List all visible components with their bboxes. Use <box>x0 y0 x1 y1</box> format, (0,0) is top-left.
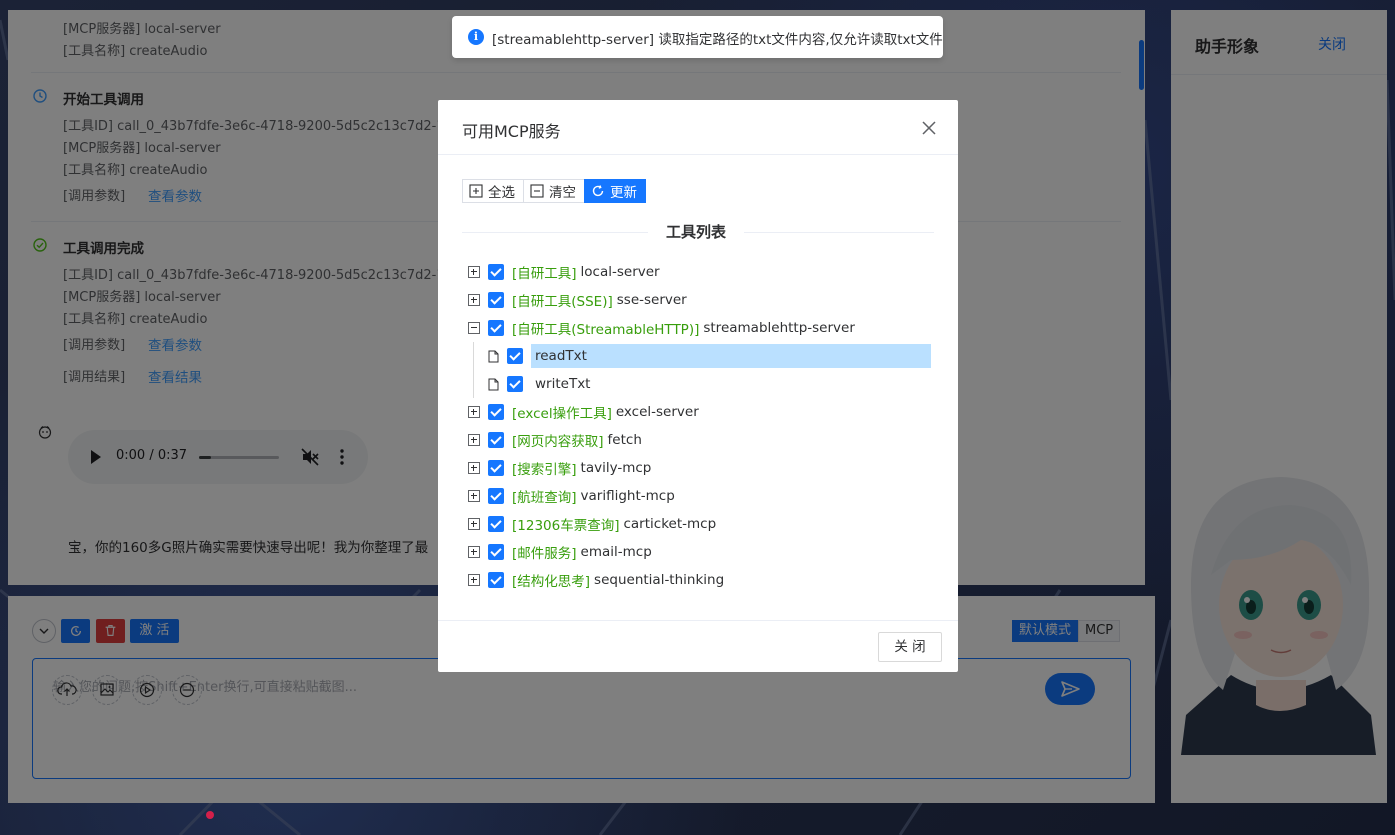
tree-node-name: sequential-thinking <box>594 572 725 588</box>
tree-child-node[interactable]: writeTxt <box>462 370 934 398</box>
tree-node-tag: [邮件服务] <box>512 546 577 562</box>
tree-node-tag: [结构化思考] <box>512 574 591 590</box>
tree-node-name: streamablehttp-server <box>703 320 855 336</box>
refresh-icon <box>592 185 604 197</box>
mcp-services-dialog: 可用MCP服务 全选 清空 更新 工具列表 [自研工具] local-serve… <box>438 100 958 672</box>
expand-icon[interactable] <box>468 546 480 558</box>
refresh-label: 更新 <box>610 185 637 201</box>
tree-node[interactable]: [自研工具] local-server <box>462 258 934 286</box>
select-all-button[interactable]: 全选 <box>462 179 524 203</box>
checkbox-checked[interactable] <box>488 432 504 448</box>
modal-overlay <box>1171 10 1387 803</box>
expand-icon[interactable] <box>468 490 480 502</box>
close-icon[interactable] <box>920 119 938 137</box>
tree-node-tag: [自研工具] <box>512 266 577 282</box>
checkbox-checked[interactable] <box>488 488 504 504</box>
checkbox-checked[interactable] <box>488 264 504 280</box>
tree-node-name: fetch <box>607 432 642 448</box>
section-divider: 工具列表 <box>462 221 934 243</box>
info-icon: i <box>468 29 484 45</box>
dialog-footer: 关 闭 <box>438 620 958 672</box>
checkbox-checked[interactable] <box>488 404 504 420</box>
expand-icon[interactable] <box>468 574 480 586</box>
checkbox-checked[interactable] <box>507 348 523 364</box>
collapse-icon[interactable] <box>468 322 480 334</box>
tree-node-tag: [网页内容获取] <box>512 434 604 450</box>
tool-name: writeTxt <box>535 376 591 392</box>
tree-node-name: sse-server <box>616 292 687 308</box>
tree-node-name: excel-server <box>615 404 699 420</box>
tree-node-name: email-mcp <box>580 544 652 560</box>
checkbox-checked[interactable] <box>488 544 504 560</box>
tree-node[interactable]: [自研工具(SSE)] sse-server <box>462 286 934 314</box>
plus-square-icon <box>469 184 483 198</box>
refresh-button[interactable]: 更新 <box>584 179 646 203</box>
dialog-title: 可用MCP服务 <box>462 122 561 141</box>
minus-square-icon <box>530 184 544 198</box>
toast-message: [streamablehttp-server] 读取指定路径的txt文件内容,仅… <box>492 32 943 48</box>
tool-tree: [自研工具] local-server [自研工具(SSE)] sse-server[… <box>462 258 934 594</box>
tree-node-name: carticket-mcp <box>623 516 717 532</box>
clear-label: 清空 <box>549 185 576 201</box>
checkbox-checked[interactable] <box>488 292 504 308</box>
clear-button[interactable]: 清空 <box>523 179 585 203</box>
tree-node-tag: [12306车票查询] <box>512 518 620 534</box>
expand-icon[interactable] <box>468 434 480 446</box>
dialog-close-button[interactable]: 关 闭 <box>878 632 942 662</box>
dialog-header: 可用MCP服务 <box>438 100 958 155</box>
tree-node[interactable]: [结构化思考] sequential-thinking <box>462 566 934 594</box>
tree-node-tag: [航班查询] <box>512 490 577 506</box>
checkbox-checked[interactable] <box>488 516 504 532</box>
tree-node-name: variflight-mcp <box>580 488 675 504</box>
tree-node-name: tavily-mcp <box>580 460 652 476</box>
tree-node[interactable]: [12306车票查询] carticket-mcp <box>462 510 934 538</box>
tree-node-tag: [excel操作工具] <box>512 406 612 422</box>
section-title: 工具列表 <box>666 223 727 241</box>
checkbox-checked[interactable] <box>488 572 504 588</box>
expand-icon[interactable] <box>468 266 480 278</box>
tree-actions: 全选 清空 更新 <box>462 179 646 203</box>
file-icon <box>488 378 499 390</box>
divider-line <box>462 232 648 233</box>
tree-node[interactable]: [网页内容获取] fetch <box>462 426 934 454</box>
tree-node[interactable]: [邮件服务] email-mcp <box>462 538 934 566</box>
checkbox-checked[interactable] <box>488 460 504 476</box>
tool-name: readTxt <box>531 344 931 368</box>
checkbox-checked[interactable] <box>488 320 504 336</box>
tree-node-name: local-server <box>580 264 660 280</box>
expand-icon[interactable] <box>468 406 480 418</box>
expand-icon[interactable] <box>468 462 480 474</box>
tree-node[interactable]: [航班查询] variflight-mcp <box>462 482 934 510</box>
expand-icon[interactable] <box>468 518 480 530</box>
info-toast: i [streamablehttp-server] 读取指定路径的txt文件内容… <box>452 16 943 58</box>
checkbox-checked[interactable] <box>507 376 523 392</box>
tree-child-node[interactable]: readTxt <box>462 342 934 370</box>
tree-node-tag: [自研工具(StreamableHTTP)] <box>512 322 700 338</box>
divider-line <box>744 232 934 233</box>
file-icon <box>488 350 499 362</box>
tree-node[interactable]: [自研工具(StreamableHTTP)] streamablehttp-ser… <box>462 314 934 342</box>
avatar-panel: 助手形象 关闭 <box>1171 10 1387 803</box>
tree-node[interactable]: [搜索引擎] tavily-mcp <box>462 454 934 482</box>
tree-node[interactable]: [excel操作工具] excel-server <box>462 398 934 426</box>
expand-icon[interactable] <box>468 294 480 306</box>
tree-node-tag: [自研工具(SSE)] <box>512 294 613 310</box>
tree-node-tag: [搜索引擎] <box>512 462 577 478</box>
select-all-label: 全选 <box>488 185 515 201</box>
